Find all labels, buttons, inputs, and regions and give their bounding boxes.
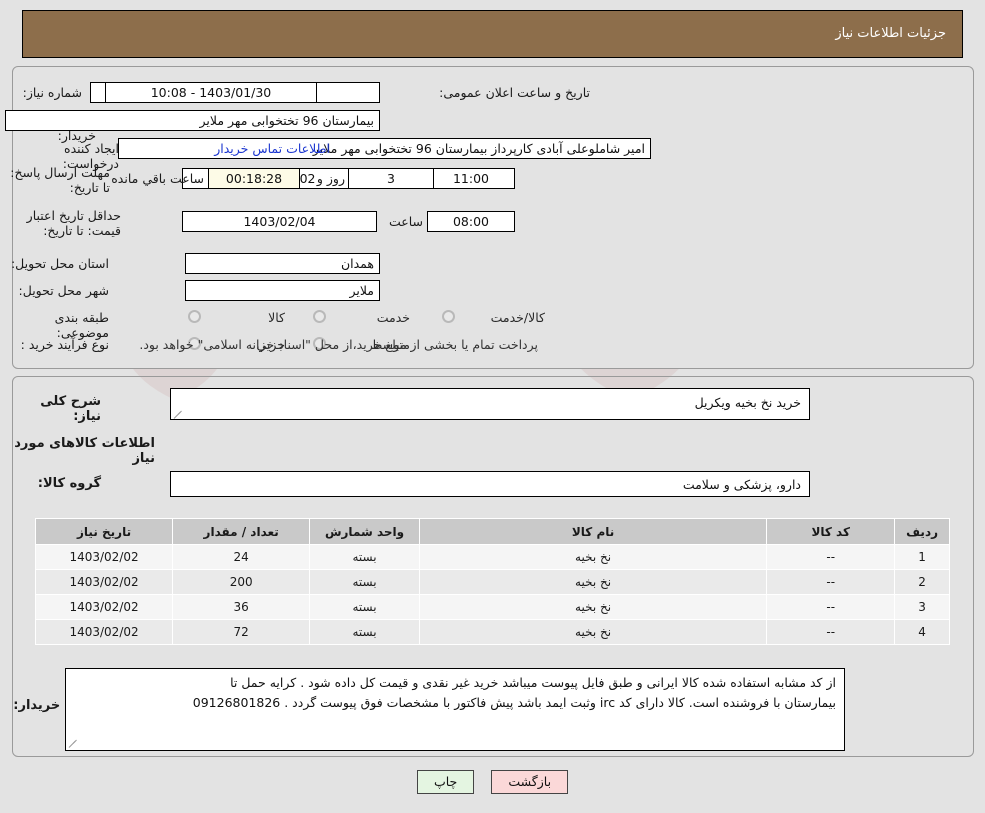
announce-datetime-value: 1403/01/30 - 10:08 (105, 82, 317, 103)
col-code: کد کالا (766, 518, 896, 545)
cell-index: 1 (894, 544, 950, 570)
days-remaining-value: 3 (348, 168, 434, 189)
col-unit: واحد شمارش (309, 518, 420, 545)
cell-name: نخ بخیه (418, 619, 768, 645)
page-title: جزئیات اطلاعات نیاز (22, 10, 963, 58)
validity-hour-label: ساعت (388, 214, 423, 229)
radio-category-kala-khedmat[interactable] (442, 310, 455, 323)
cell-code: -- (766, 569, 896, 595)
cell-index: 2 (894, 569, 950, 595)
radio-category-kala[interactable] (188, 310, 201, 323)
validity-hour-value: 08:00 (427, 211, 515, 232)
col-date: تاریخ نیاز (34, 518, 174, 545)
process-payment-note: پرداخت تمام یا بخشی از مبلغ خرید،از محل … (139, 337, 538, 352)
buyer-notes-line-2: بیمارستان با فروشنده است. کالا دارای کد … (192, 695, 836, 710)
request-creator-value: امیر شاملوعلی آبادی کارپرداز بیمارستان 9… (118, 138, 651, 159)
table-row: 4 -- نخ بخیه بسته 72 1403/02/02 (34, 619, 950, 645)
cell-index: 3 (894, 594, 950, 620)
announce-datetime-label: تاریخ و ساعت اعلان عمومی: (439, 85, 590, 100)
goods-table-body: 1 -- نخ بخیه بسته 24 1403/02/02 2 -- نخ … (34, 544, 950, 645)
need-description-label: شرح کلی نیاز: (40, 394, 101, 424)
cell-code: -- (766, 619, 896, 645)
buyer-notes-value: از کد مشابه استفاده شده کالا ایرانی و طب… (65, 668, 845, 751)
cell-date: 1403/02/02 (34, 569, 174, 595)
cell-index: 4 (894, 619, 950, 645)
purchase-process-label: نوع فرآیند خرید : (20, 337, 109, 352)
cell-qty: 200 (172, 569, 311, 595)
cell-code: -- (766, 544, 896, 570)
buyer-org-value: بیمارستان 96 تختخوابی مهر ملایر (5, 110, 380, 131)
cell-unit: بسته (309, 569, 420, 595)
table-row: 3 -- نخ بخیه بسته 36 1403/02/02 (34, 594, 950, 620)
radio-category-khedmat[interactable] (313, 310, 326, 323)
table-row: 2 -- نخ بخیه بسته 200 1403/02/02 (34, 569, 950, 595)
goods-section-heading: اطلاعات کالاهای مورد نیاز (14, 436, 155, 466)
action-buttons-bar: بازگشت چاپ (0, 770, 985, 794)
cell-date: 1403/02/02 (34, 619, 174, 645)
remaining-hours-label: ساعت باقي مانده (111, 171, 204, 186)
delivery-province-value: همدان (185, 253, 380, 274)
cell-name: نخ بخیه (418, 569, 768, 595)
need-description-value: خرید نخ بخیه ویکریل (170, 388, 810, 420)
buyer-contact-link[interactable]: اطلاعات تماس خریدار (210, 140, 330, 158)
goods-table: ردیف کد کالا نام کالا واحد شمارش تعداد /… (34, 518, 950, 645)
validity-date-value: 1403/02/04 (182, 211, 377, 232)
table-row: 1 -- نخ بخیه بسته 24 1403/02/02 (34, 544, 950, 570)
radio-category-kala-khedmat-label: کالا/خدمت (490, 310, 545, 325)
radio-category-kala-label: کالا (268, 310, 285, 325)
cell-qty: 36 (172, 594, 311, 620)
cell-unit: بسته (309, 594, 420, 620)
price-validity-label: حداقل تاریخ اعتبار قیمت: تا تاریخ: (26, 208, 121, 238)
col-name: نام کالا (418, 518, 768, 545)
response-deadline-label: مهلت ارسال پاسخ: تا تاریخ: (10, 165, 110, 195)
need-number-label: شماره نیاز: (22, 85, 82, 100)
delivery-city-value: ملایر (185, 280, 380, 301)
delivery-city-label: شهر محل تحویل: (18, 283, 109, 298)
cell-code: -- (766, 594, 896, 620)
cell-qty: 24 (172, 544, 311, 570)
cell-unit: بسته (309, 619, 420, 645)
back-button[interactable]: بازگشت (491, 770, 569, 794)
print-button[interactable]: چاپ (416, 770, 475, 794)
goods-table-wrapper: ردیف کد کالا نام کالا واحد شمارش تعداد /… (34, 518, 950, 645)
goods-group-value: دارو، پزشکی و سلامت (170, 471, 810, 497)
subject-category-label: طبقه بندی موضوعی: (54, 310, 109, 340)
delivery-province-label: استان محل تحویل: (10, 256, 109, 271)
days-and-label: روز و (316, 171, 345, 186)
buyer-notes-line-1: از کد مشابه استفاده شده کالا ایرانی و طب… (230, 675, 836, 690)
page-root: AriaTender.net جزئیات اطلاعات نیاز شماره… (0, 0, 985, 813)
cell-date: 1403/02/02 (34, 544, 174, 570)
table-header-row: ردیف کد کالا نام کالا واحد شمارش تعداد /… (34, 518, 950, 545)
countdown-timer-value: 00:18:28 (208, 168, 300, 189)
cell-name: نخ بخیه (418, 544, 768, 570)
col-index: ردیف (894, 518, 950, 545)
cell-date: 1403/02/02 (34, 594, 174, 620)
cell-unit: بسته (309, 544, 420, 570)
cell-qty: 72 (172, 619, 311, 645)
goods-group-label: گروه کالا: (37, 476, 101, 491)
deadline-hour-value: 11:00 (427, 168, 515, 189)
radio-category-khedmat-label: خدمت (376, 310, 410, 325)
col-qty: تعداد / مقدار (172, 518, 311, 545)
cell-name: نخ بخیه (418, 594, 768, 620)
